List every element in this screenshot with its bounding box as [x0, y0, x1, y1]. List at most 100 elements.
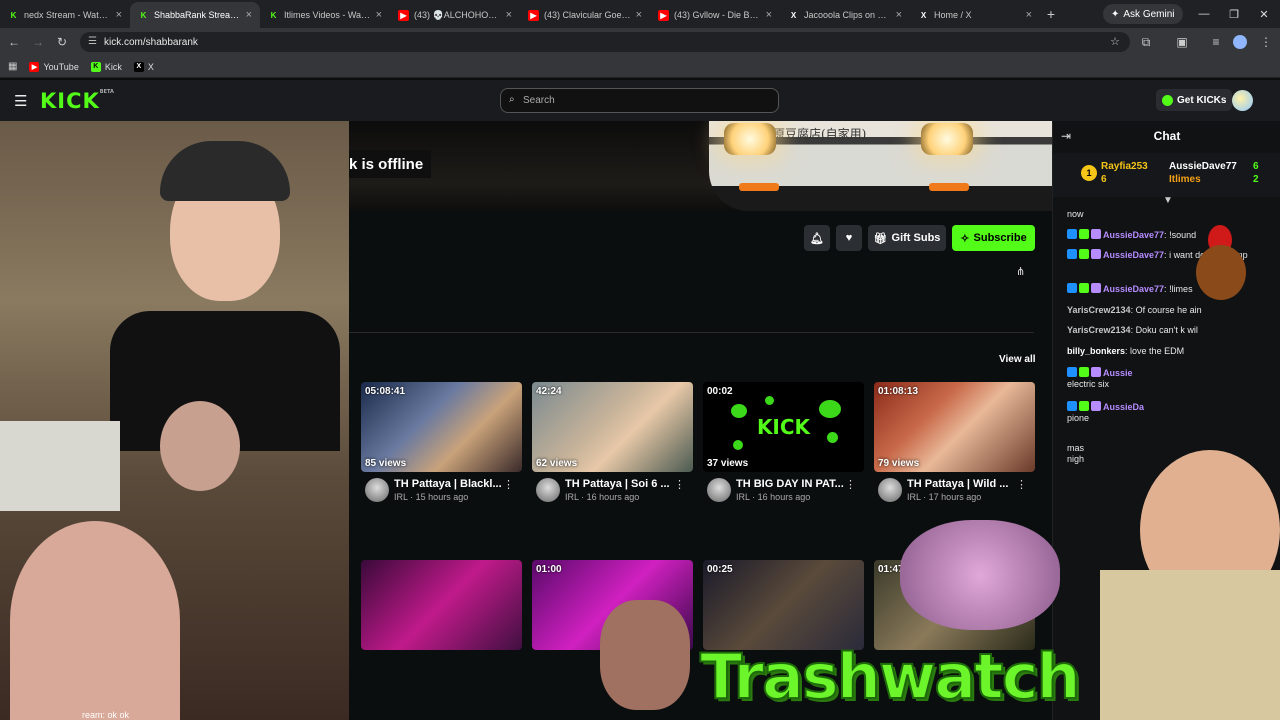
- leader-name[interactable]: AussieDave77: [1169, 161, 1237, 172]
- extensions-icon[interactable]: ⧉: [1138, 34, 1154, 50]
- youtube-icon: ▶: [29, 61, 40, 72]
- kebab-menu-icon[interactable]: ⋮: [1016, 478, 1027, 491]
- close-tab-icon[interactable]: ×: [116, 9, 122, 21]
- close-tab-icon[interactable]: ×: [506, 9, 512, 21]
- tab-title: ShabbaRank Stream - W: [154, 10, 241, 20]
- avatar[interactable]: [536, 478, 560, 502]
- gift-subs-button[interactable]: 🎁︎ Gift Subs: [868, 225, 946, 251]
- leader-name[interactable]: Itlimes: [1169, 174, 1201, 185]
- video-card[interactable]: 05:08:41 85 views TH Pattaya | Blackl...…: [361, 382, 522, 510]
- browser-tab[interactable]: X Home / X ×: [910, 2, 1040, 28]
- maximize-icon[interactable]: ❐: [1218, 0, 1250, 28]
- video-card[interactable]: 42:24 62 views TH Pattaya | Soi 6 ... IR…: [532, 382, 693, 510]
- back-icon[interactable]: ←: [6, 34, 22, 50]
- avatar[interactable]: [365, 478, 389, 502]
- browser-tab[interactable]: Knedx Stream - Watch Li ×: [0, 2, 130, 28]
- follow-heart-button[interactable]: ♥: [836, 225, 862, 251]
- close-tab-icon[interactable]: ×: [896, 9, 902, 21]
- video-card[interactable]: KICK 00:02 37 views TH BIG DAY IN PAT...…: [703, 382, 864, 510]
- video-thumbnail[interactable]: [361, 560, 522, 650]
- thumbnail-blob: [731, 404, 747, 418]
- kebab-menu-icon[interactable]: ⋮: [845, 478, 856, 491]
- chat-message: billy_bonkers: love the EDM: [1067, 346, 1185, 356]
- divider: [349, 332, 1034, 333]
- browser-tab-bar: Knedx Stream - Watch Li × K ShabbaRank Stre…: [0, 0, 1280, 28]
- video-card[interactable]: 00:25: [703, 560, 864, 650]
- bookmark-youtube[interactable]: ▶ YouTube: [29, 61, 79, 72]
- ask-gemini-button[interactable]: ✦ Ask Gemini: [1103, 4, 1183, 24]
- video-card[interactable]: [361, 560, 522, 650]
- overlay-paper: [0, 421, 120, 511]
- video-subtitle: IRL · 15 hours ago: [394, 492, 469, 502]
- kebab-menu-icon[interactable]: ⋮: [674, 478, 685, 491]
- hamburger-menu-icon[interactable]: ☰: [14, 92, 27, 110]
- video-card[interactable]: 01:08:13 79 views TH Pattaya | Wild ... …: [874, 382, 1035, 510]
- leader-name[interactable]: Rayfia253: [1101, 161, 1148, 172]
- kick-logo[interactable]: KICKBETA: [40, 89, 114, 113]
- cast-icon[interactable]: ▣: [1174, 34, 1190, 50]
- browser-tab[interactable]: ▶ (43) 💀ALCHOHOLIC W ×: [390, 2, 520, 28]
- tab-title: (43) Gvllow - Die By Yo: [674, 10, 761, 20]
- video-title[interactable]: TH Pattaya | Wild ...: [907, 478, 1022, 490]
- chat-message: now: [1067, 209, 1084, 219]
- avatar[interactable]: [878, 478, 902, 502]
- apps-grid-icon[interactable]: ▦: [8, 61, 17, 72]
- browser-tab[interactable]: ▶ (43) Gvllow - Die By Yo ×: [650, 2, 780, 28]
- close-tab-icon[interactable]: ×: [636, 9, 642, 21]
- reload-icon[interactable]: ↻: [54, 34, 70, 50]
- video-thumbnail[interactable]: 05:08:41 85 views: [361, 382, 522, 472]
- search-input[interactable]: ⌕ Search: [500, 88, 779, 113]
- badge-icon: [1067, 249, 1077, 259]
- notification-bell-button[interactable]: 🔔︎: [804, 225, 830, 251]
- pin-toggle-icon[interactable]: ▼: [1163, 195, 1173, 206]
- browser-tab[interactable]: ▶ (43) Clavicular Goes to ×: [520, 2, 650, 28]
- video-thumbnail[interactable]: 00:25: [703, 560, 864, 650]
- x-icon: X: [790, 10, 797, 20]
- subscribe-button[interactable]: ✧ Subscribe: [952, 225, 1035, 251]
- video-thumbnail[interactable]: 42:24 62 views: [532, 382, 693, 472]
- x-icon: X: [133, 61, 144, 72]
- bookmark-star-icon[interactable]: ☆: [1110, 35, 1120, 48]
- close-tab-icon[interactable]: ×: [246, 9, 252, 21]
- browser-tab[interactable]: X Jacooola Clips on X: "K ×: [780, 2, 910, 28]
- search-icon: ⌕: [509, 94, 515, 105]
- bookmark-x[interactable]: XX: [133, 61, 154, 72]
- video-thumbnail[interactable]: 01:08:13 79 views: [874, 382, 1035, 472]
- tab-title: (43) Clavicular Goes to: [544, 10, 631, 20]
- thumbnail-blob: [765, 396, 774, 405]
- browser-tab[interactable]: K Itlimes Videos - Watch ×: [260, 2, 390, 28]
- close-window-icon[interactable]: ✕: [1248, 0, 1280, 28]
- headphones: [160, 141, 290, 201]
- close-tab-icon[interactable]: ×: [1026, 9, 1032, 21]
- tab-title: Home / X: [934, 10, 972, 20]
- forward-icon[interactable]: →: [30, 34, 46, 50]
- minimize-icon[interactable]: —: [1188, 0, 1220, 28]
- menu-kebab-icon[interactable]: ⋮: [1258, 34, 1274, 50]
- bookmark-kick[interactable]: K Kick: [90, 61, 122, 72]
- view-all-link[interactable]: View all: [999, 354, 1036, 365]
- chat-message: mas nigh: [1067, 443, 1085, 464]
- turn-lamp-left: [739, 183, 779, 191]
- url-input[interactable]: ☰ kick.com/shabbarank ☆: [80, 32, 1130, 52]
- video-title[interactable]: TH BIG DAY IN PAT...: [736, 478, 851, 490]
- site-info-icon[interactable]: ☰: [88, 36, 97, 47]
- overlay-face: [160, 401, 240, 491]
- kebab-menu-icon[interactable]: ⋮: [503, 478, 514, 491]
- video-thumbnail[interactable]: KICK 00:02 37 views: [703, 382, 864, 472]
- purple-blob-overlay: [900, 520, 1060, 630]
- browser-tab[interactable]: K ShabbaRank Stream - W ×: [130, 2, 260, 28]
- tab-search-icon[interactable]: ≡: [1208, 34, 1224, 50]
- avatar[interactable]: [707, 478, 731, 502]
- get-kicks-button[interactable]: Get KICKs: [1156, 89, 1233, 111]
- rooster-overlay: [1190, 225, 1250, 300]
- new-tab-icon[interactable]: +: [1040, 6, 1062, 22]
- share-icon[interactable]: ⋔: [1016, 265, 1025, 278]
- close-tab-icon[interactable]: ×: [766, 9, 772, 21]
- video-title[interactable]: TH Pattaya | Blackl...: [394, 478, 509, 490]
- close-tab-icon[interactable]: ×: [376, 9, 382, 21]
- profile-icon[interactable]: [1233, 35, 1247, 49]
- youtube-icon: ▶: [658, 9, 669, 21]
- headlight-left: [724, 123, 776, 155]
- avatar[interactable]: [1232, 90, 1253, 111]
- video-title[interactable]: TH Pattaya | Soi 6 ...: [565, 478, 680, 490]
